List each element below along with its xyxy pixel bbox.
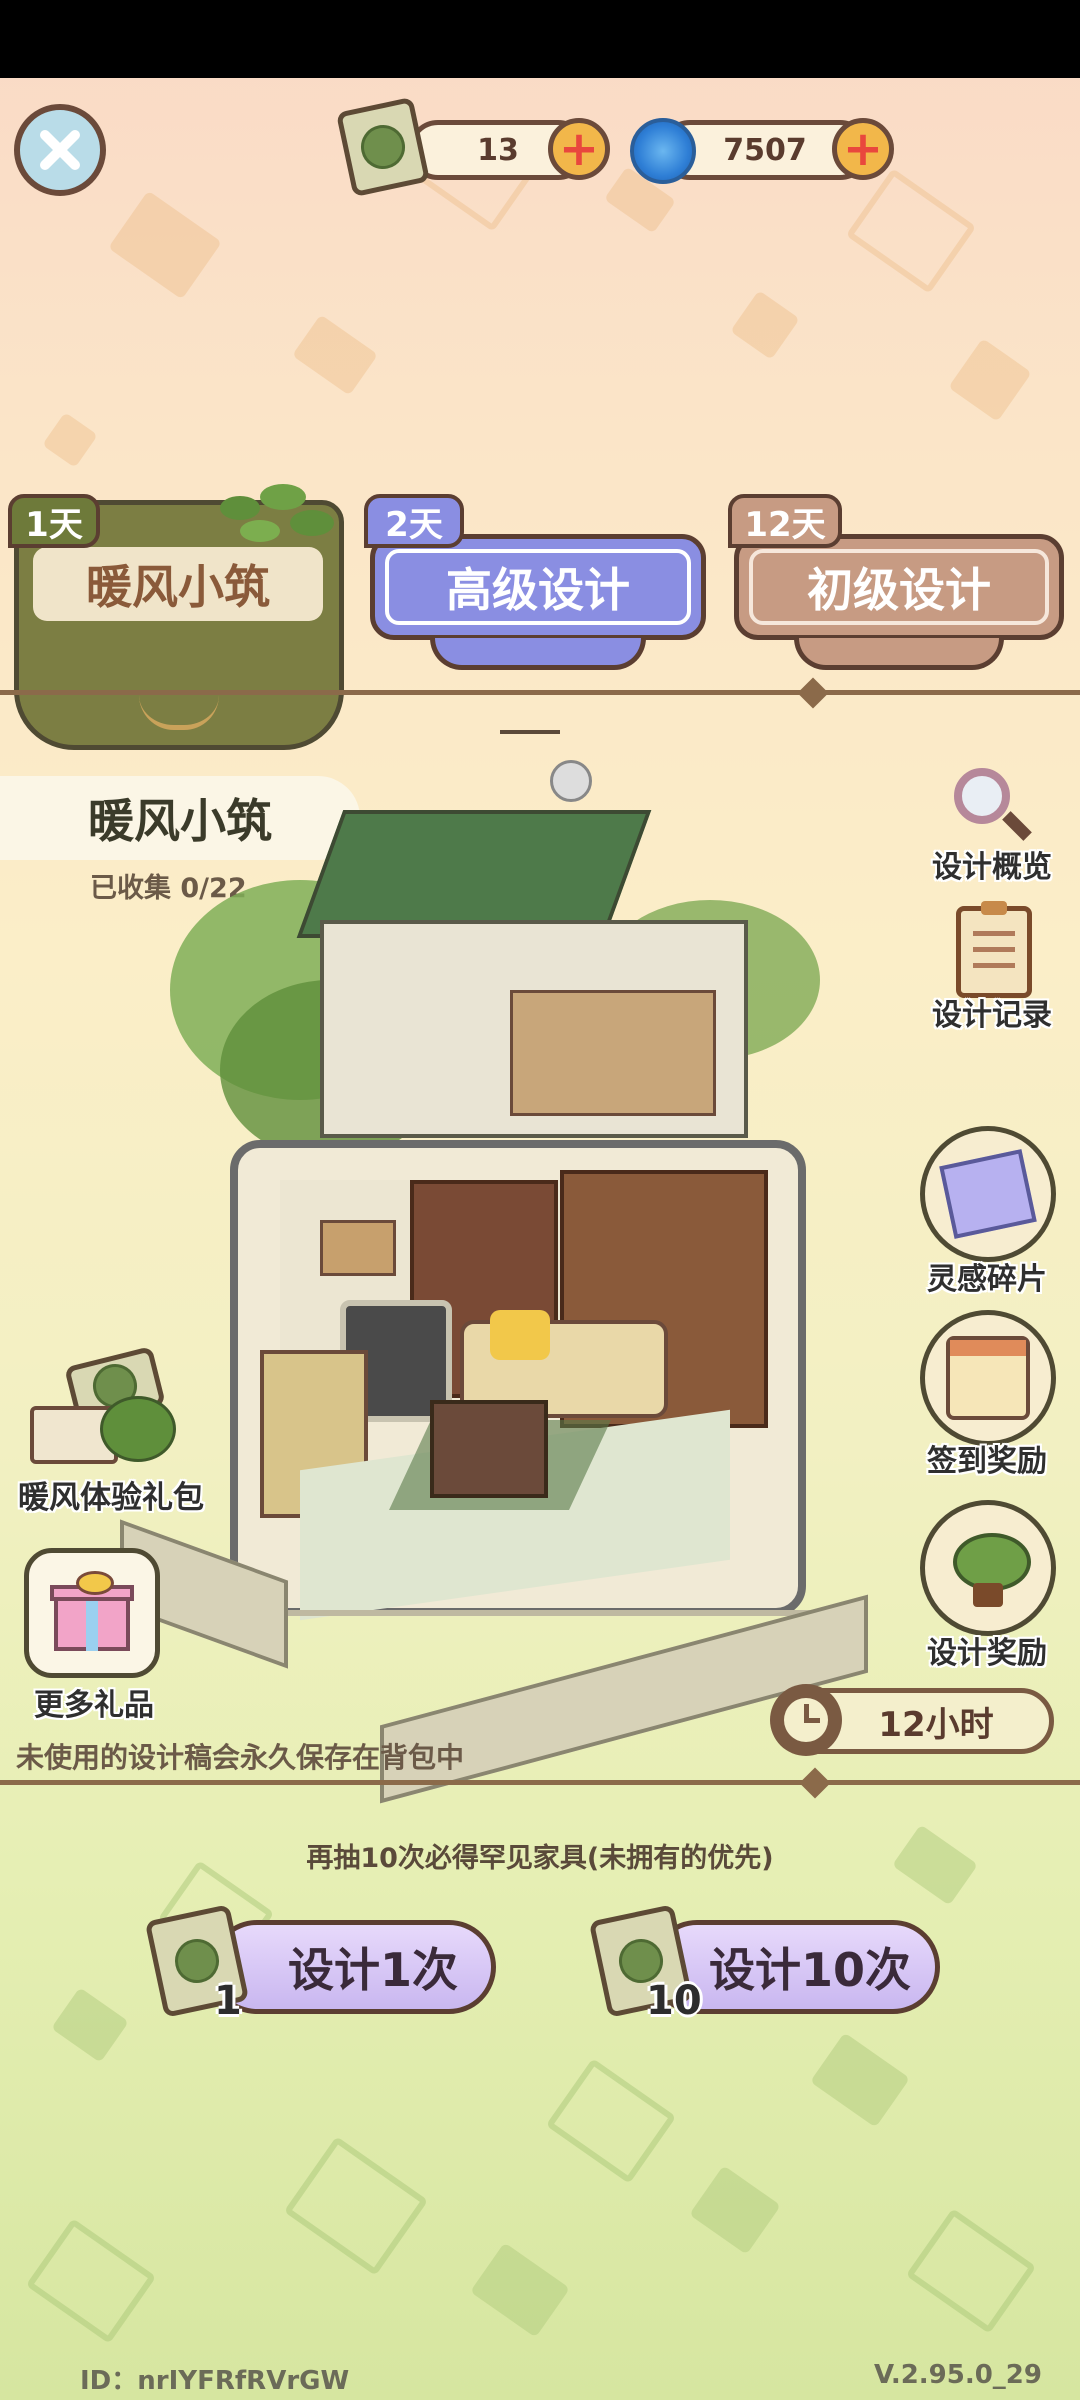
design-once-cost: 1 bbox=[214, 1978, 242, 2024]
calendar-icon bbox=[946, 1336, 1030, 1420]
player-id: ID：nrIYFRfRVrGW bbox=[80, 2366, 350, 2396]
map-fragment-icon bbox=[939, 1149, 1037, 1239]
antenna-icon bbox=[500, 730, 560, 774]
tab-label: 初级设计 bbox=[749, 549, 1049, 625]
design-record-label[interactable]: 设计记录 bbox=[930, 990, 1054, 1034]
design-reward-label[interactable]: 设计奖励 bbox=[912, 1628, 1062, 1672]
tab-days-badge: 2天 bbox=[364, 494, 464, 548]
plant-decoration-icon bbox=[210, 480, 350, 560]
add-scroll-button[interactable]: + bbox=[548, 118, 610, 180]
more-gifts-label[interactable]: 更多礼品 bbox=[14, 1680, 174, 1724]
design-reward-button[interactable] bbox=[920, 1500, 1056, 1636]
checkin-reward-button[interactable] bbox=[920, 1310, 1056, 1446]
divider bbox=[0, 690, 1080, 695]
inspiration-count: 7507 bbox=[723, 132, 807, 168]
add-inspiration-button[interactable]: + bbox=[832, 118, 894, 180]
warm-breeze-pack-label[interactable]: 暖风体验礼包 bbox=[6, 1472, 216, 1517]
tab-advanced-design[interactable]: 高级设计 bbox=[370, 534, 706, 640]
tab-days-badge: 12天 bbox=[728, 494, 842, 548]
magnifier-icon bbox=[954, 768, 1010, 824]
plus-icon: + bbox=[842, 121, 884, 177]
design-overview-label[interactable]: 设计概览 bbox=[930, 842, 1054, 886]
plant-icon bbox=[943, 1523, 1033, 1613]
inspiration-fragment-button[interactable] bbox=[920, 1126, 1056, 1262]
backpack-save-note: 未使用的设计稿会永久保存在背包中 bbox=[16, 1741, 465, 1774]
close-button[interactable] bbox=[14, 104, 106, 196]
design-once-label: 设计1次 bbox=[287, 1943, 458, 1997]
timer-text: 12小时 bbox=[878, 1704, 994, 1745]
guarantee-text: 再抽10次必得罕见家具(未拥有的优先) bbox=[306, 1843, 774, 1874]
scroll-count: 13 bbox=[477, 132, 519, 168]
spiral-icon bbox=[630, 118, 696, 184]
plus-icon: + bbox=[558, 121, 600, 177]
design-scroll-icon bbox=[335, 96, 431, 198]
tab-days-badge: 1天 bbox=[8, 494, 100, 548]
more-gifts-button[interactable] bbox=[24, 1548, 160, 1678]
design-once-button[interactable]: 设计1次 bbox=[210, 1920, 496, 2014]
house-illustration[interactable] bbox=[120, 700, 900, 1804]
inspiration-fragment-label[interactable]: 灵感碎片 bbox=[912, 1254, 1062, 1298]
design-ten-label: 设计10次 bbox=[708, 1943, 911, 1997]
clock-icon bbox=[770, 1684, 842, 1756]
status-bar bbox=[0, 0, 1080, 78]
design-overview-button[interactable] bbox=[950, 764, 1032, 846]
clipboard-icon[interactable] bbox=[956, 901, 1032, 998]
checkin-reward-label[interactable]: 签到奖励 bbox=[912, 1436, 1062, 1480]
tab-label: 高级设计 bbox=[385, 549, 691, 625]
gift-box-icon bbox=[50, 1571, 134, 1655]
design-ten-cost: 10 bbox=[646, 1978, 702, 2024]
divider bbox=[0, 1780, 1080, 1785]
close-icon bbox=[40, 130, 80, 170]
version-text: V.2.95.0_29 bbox=[874, 2360, 1042, 2390]
warm-breeze-pack-button[interactable] bbox=[30, 1346, 176, 1466]
tab-basic-design[interactable]: 初级设计 bbox=[734, 534, 1064, 640]
